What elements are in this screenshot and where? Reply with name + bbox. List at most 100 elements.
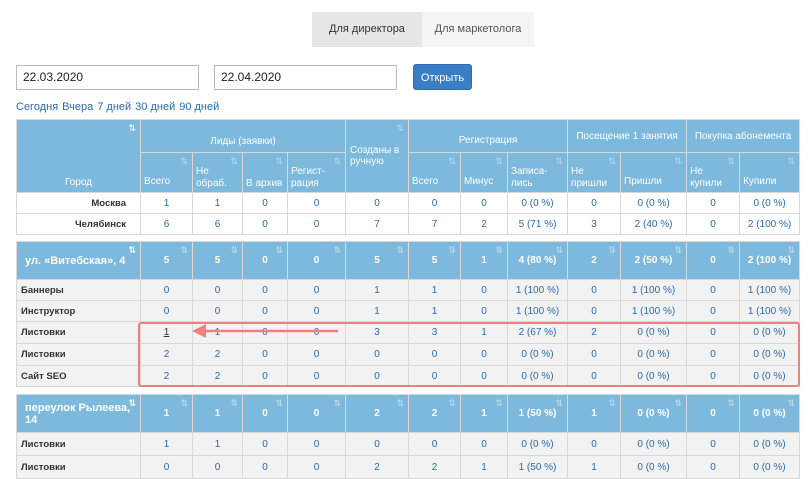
table-cell[interactable]: 0 xyxy=(242,455,288,479)
sort-icon[interactable]: ⇅ xyxy=(230,245,238,256)
cell-value[interactable]: 1 xyxy=(481,327,487,338)
tab-director[interactable]: Для директора xyxy=(312,12,422,47)
header-visit-no[interactable]: ⇅ Не пришли xyxy=(567,152,622,193)
cell-value[interactable]: 0 (0 %) xyxy=(521,349,553,360)
table-cell[interactable]: 1 xyxy=(460,321,508,344)
cell-value[interactable]: 0 xyxy=(481,285,487,296)
cell-value[interactable]: 0 xyxy=(164,306,170,317)
table-cell[interactable]: 1 xyxy=(408,279,461,301)
table-cell[interactable]: 0 xyxy=(567,343,621,366)
table-cell[interactable]: 0 xyxy=(460,192,509,214)
sort-icon[interactable]: ⇅ xyxy=(788,156,796,167)
sort-icon[interactable]: ⇅ xyxy=(787,245,795,256)
table-cell[interactable]: 6 xyxy=(140,213,193,235)
table-cell[interactable]: 2 xyxy=(460,213,509,235)
table-cell[interactable]: 0 xyxy=(686,455,740,479)
sort-icon[interactable]: ⇅ xyxy=(495,156,503,167)
cell-value[interactable]: 0 xyxy=(591,371,597,382)
cell-value[interactable]: 0 xyxy=(164,462,170,473)
table-cell[interactable]: 3 xyxy=(408,321,461,344)
cell-value[interactable]: 0 xyxy=(710,219,716,230)
table-cell[interactable]: 1 (100 %) xyxy=(739,300,800,322)
date-from-input[interactable]: 22.03.2020 xyxy=(16,65,199,90)
table-cell[interactable]: 0 xyxy=(460,279,508,301)
cell-value[interactable]: 1 xyxy=(432,306,438,317)
table-cell[interactable]: 0 xyxy=(408,343,461,366)
cell-value[interactable]: 1 xyxy=(164,439,170,450)
cell-value[interactable]: 0 xyxy=(591,198,597,209)
cell-value[interactable]: 0 xyxy=(215,306,221,317)
sort-icon[interactable]: ⇅ xyxy=(728,156,736,167)
table-cell[interactable]: 1 xyxy=(140,432,193,456)
quick-range-30-days[interactable]: 30 дней xyxy=(135,101,175,113)
cell-value[interactable]: 0 xyxy=(710,327,716,338)
quick-range-90-days[interactable]: 90 дней xyxy=(179,101,219,113)
header-leads-unprocessed[interactable]: ⇅ Не обраб. xyxy=(192,152,243,193)
sort-icon[interactable]: ⇅ xyxy=(275,245,283,256)
header-buy-yes[interactable]: ⇅ Купили xyxy=(739,152,801,193)
cell-value[interactable]: 2 xyxy=(164,349,170,360)
cell-value[interactable]: 0 xyxy=(262,462,268,473)
table-cell[interactable]: 0 xyxy=(686,192,741,214)
cell-value[interactable]: 1 xyxy=(591,462,597,473)
cell-value[interactable]: 2 (67 %) xyxy=(519,327,557,338)
table-cell[interactable]: 2 (40 %) xyxy=(620,213,688,235)
sort-icon[interactable]: ⇅ xyxy=(495,245,503,256)
cell-value[interactable]: 1 xyxy=(481,462,487,473)
quick-range-yesterday[interactable]: Вчера xyxy=(62,101,93,113)
sort-icon[interactable]: ⇅ xyxy=(608,245,616,256)
table-cell[interactable]: 0 (0 %) xyxy=(620,192,688,214)
table-cell[interactable]: 0 xyxy=(686,321,740,344)
cell-value[interactable]: 6 xyxy=(215,219,221,230)
header-visit-yes[interactable]: ⇅ Пришли xyxy=(620,152,688,193)
sort-icon[interactable]: ⇅ xyxy=(333,245,341,256)
cell-value[interactable]: 0 xyxy=(591,306,597,317)
sort-icon[interactable]: ⇅ xyxy=(556,156,564,167)
table-cell[interactable]: 2 xyxy=(345,455,409,479)
table-cell[interactable]: 1 xyxy=(192,192,243,214)
cell-value[interactable]: 5 (71 %) xyxy=(519,219,557,230)
cell-value[interactable]: 1 (50 %) xyxy=(519,462,557,473)
table-cell[interactable]: 0 (0 %) xyxy=(507,192,569,214)
table-cell[interactable]: 1 (100 %) xyxy=(507,300,568,322)
cell-value[interactable]: 2 xyxy=(215,349,221,360)
table-cell[interactable]: 2 xyxy=(140,343,193,366)
cell-value[interactable]: 0 xyxy=(314,462,320,473)
table-cell[interactable]: 0 xyxy=(460,343,508,366)
cell-value[interactable]: 0 xyxy=(314,198,320,209)
cell-value[interactable]: 2 xyxy=(374,462,380,473)
cell-value[interactable]: 2 xyxy=(432,462,438,473)
table-cell[interactable]: 1 xyxy=(460,455,508,479)
cell-value[interactable]: 0 xyxy=(262,371,268,382)
table-cell[interactable]: 0 xyxy=(286,213,347,235)
table-cell[interactable]: 0 xyxy=(192,300,243,322)
table-cell[interactable]: 0 xyxy=(686,300,740,322)
table-cell[interactable]: 0 xyxy=(686,432,740,456)
table-cell[interactable]: 1 xyxy=(408,300,461,322)
quick-range-7-days[interactable]: 7 дней xyxy=(97,101,131,113)
table-cell[interactable]: 0 xyxy=(567,279,621,301)
quick-range-today[interactable]: Сегодня xyxy=(16,101,58,113)
cell-value[interactable]: 0 xyxy=(374,371,380,382)
table-cell[interactable]: 1 xyxy=(192,321,243,344)
sort-icon[interactable]: ⇅ xyxy=(495,398,503,409)
table-cell[interactable]: 3 xyxy=(345,321,409,344)
cell-value[interactable]: 2 xyxy=(481,219,487,230)
table-cell[interactable]: 2 (100 %) xyxy=(739,213,801,235)
table-cell[interactable]: 0 xyxy=(686,279,740,301)
sort-icon[interactable]: ⇅ xyxy=(180,245,188,256)
cell-value[interactable]: 6 xyxy=(164,219,170,230)
cell-value[interactable]: 1 xyxy=(432,285,438,296)
table-cell[interactable]: 0 xyxy=(140,455,193,479)
cell-value[interactable]: 0 xyxy=(314,306,320,317)
sort-icon[interactable]: ⇅ xyxy=(727,398,735,409)
cell-value[interactable]: 0 xyxy=(591,349,597,360)
cell-value[interactable]: 1 (100 %) xyxy=(516,285,559,296)
cell-value[interactable]: 0 xyxy=(374,439,380,450)
table-cell[interactable]: 0 xyxy=(460,365,508,387)
cell-value[interactable]: 0 xyxy=(262,285,268,296)
table-cell[interactable]: 0 xyxy=(242,365,288,387)
cell-value[interactable]: 2 xyxy=(591,327,597,338)
cell-value[interactable]: 2 xyxy=(164,371,170,382)
cell-value[interactable]: 2 (100 %) xyxy=(748,219,791,230)
